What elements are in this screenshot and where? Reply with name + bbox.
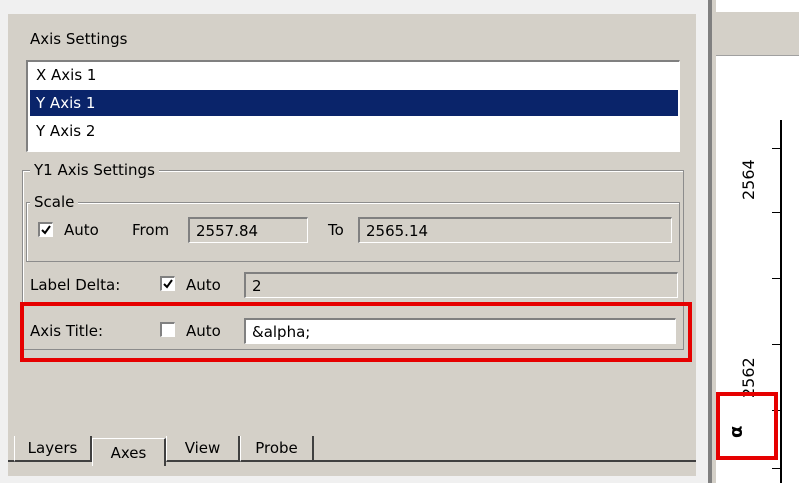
y-axis-tick xyxy=(772,148,780,149)
scale-to-label: To xyxy=(328,221,344,239)
tab-axes[interactable]: Axes xyxy=(92,438,166,466)
y1-settings-title: Y1 Axis Settings xyxy=(30,161,159,179)
label-delta-field[interactable]: 2 xyxy=(244,272,678,298)
tab-layers[interactable]: Layers xyxy=(14,436,92,462)
panel-title: Axis Settings xyxy=(30,30,128,48)
label-delta-label: Label Delta: xyxy=(30,276,121,294)
axis-list-item-x1[interactable]: X Axis 1 xyxy=(30,62,678,88)
y-axis-tick xyxy=(772,278,780,279)
scale-auto-label: Auto xyxy=(64,221,99,239)
y-axis-tick xyxy=(772,468,780,469)
axis-list-item-y1[interactable]: Y Axis 1 xyxy=(30,90,678,116)
label-delta-auto-label: Auto xyxy=(186,276,221,294)
axis-title-highlight-box xyxy=(20,302,692,362)
plot-header-bar xyxy=(716,12,799,56)
y-axis-tick xyxy=(772,212,780,213)
label-delta-auto-checkbox[interactable] xyxy=(160,276,175,291)
plot-axis-title-highlight-box xyxy=(716,392,778,460)
scale-from-label: From xyxy=(132,221,170,239)
scale-from-field[interactable]: 2557.84 xyxy=(188,217,308,243)
y-axis-tick-label-2564: 2564 xyxy=(739,159,758,200)
tab-view[interactable]: View xyxy=(166,436,240,462)
y-axis-tick xyxy=(772,344,780,345)
axis-list-item-y2[interactable]: Y Axis 2 xyxy=(30,118,678,144)
checkmark-icon xyxy=(163,279,173,289)
scale-to-field[interactable]: 2565.14 xyxy=(358,217,672,243)
scale-title: Scale xyxy=(30,193,79,211)
axis-listbox[interactable]: X Axis 1 Y Axis 1 Y Axis 2 xyxy=(26,60,680,152)
scale-auto-checkbox[interactable] xyxy=(38,222,53,237)
checkmark-icon xyxy=(41,225,51,235)
tab-probe[interactable]: Probe xyxy=(240,436,314,462)
y-axis-line xyxy=(780,120,782,483)
